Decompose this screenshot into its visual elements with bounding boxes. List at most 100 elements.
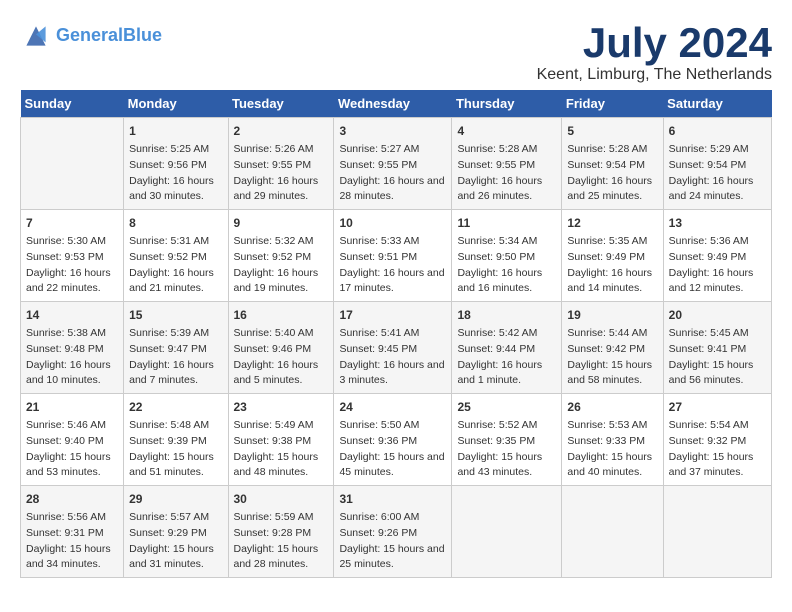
page-header: GeneralBlue July 2024 Keent, Limburg, Th… [20, 20, 772, 84]
day-number: 6 [669, 122, 766, 140]
day-number: 7 [26, 214, 118, 232]
day-number: 22 [129, 398, 222, 416]
calendar-cell: 23Sunrise: 5:49 AMSunset: 9:38 PMDayligh… [228, 394, 334, 486]
calendar-cell: 24 Sunrise: 5:50 AMSunset: 9:36 PMDayligh… [334, 394, 452, 486]
day-number: 2 [234, 122, 329, 140]
day-info: Sunrise: 5:26 AMSunset: 9:55 PMDaylight:… [234, 142, 329, 205]
day-info: Sunrise: 5:49 AMSunset: 9:38 PMDaylight:… [234, 418, 329, 481]
day-info: Sunrise: 5:30 AMSunset: 9:53 PMDaylight:… [26, 234, 118, 297]
day-number: 24 [339, 398, 446, 416]
calendar-cell: 5 Sunrise: 5:28 AMSunset: 9:54 PMDaylight… [562, 118, 663, 210]
title-block: July 2024 Keent, Limburg, The Netherland… [537, 20, 772, 84]
day-info: Sunrise: 5:45 AMSunset: 9:41 PMDaylight:… [669, 326, 766, 389]
week-row-5: 28 Sunrise: 5:56 AMSunset: 9:31 PMDayligh… [21, 486, 772, 578]
weekday-header-friday: Friday [562, 90, 663, 118]
calendar-cell: 22 Sunrise: 5:48 AMSunset: 9:39 PMDayligh… [124, 394, 228, 486]
day-number: 31 [339, 490, 446, 508]
day-number: 4 [457, 122, 556, 140]
day-number: 30 [234, 490, 329, 508]
logo: GeneralBlue [20, 20, 162, 52]
weekday-header-tuesday: Tuesday [228, 90, 334, 118]
day-info: Sunrise: 5:40 AMSunset: 9:46 PMDaylight:… [234, 326, 329, 389]
day-number: 14 [26, 306, 118, 324]
calendar-cell: 15 Sunrise: 5:39 AMSunset: 9:47 PMDayligh… [124, 302, 228, 394]
day-info: Sunrise: 5:25 AMSunset: 9:56 PMDaylight:… [129, 142, 222, 205]
day-number: 15 [129, 306, 222, 324]
day-number: 12 [567, 214, 657, 232]
day-number: 27 [669, 398, 766, 416]
day-info: Sunrise: 5:52 AMSunset: 9:35 PMDaylight:… [457, 418, 556, 481]
weekday-header-row: SundayMondayTuesdayWednesdayThursdayFrid… [21, 90, 772, 118]
calendar-cell: 18Sunrise: 5:42 AMSunset: 9:44 PMDayligh… [452, 302, 562, 394]
logo-icon [20, 20, 52, 52]
day-number: 21 [26, 398, 118, 416]
day-info: Sunrise: 5:32 AMSunset: 9:52 PMDaylight:… [234, 234, 329, 297]
day-number: 11 [457, 214, 556, 232]
day-number: 1 [129, 122, 222, 140]
day-number: 26 [567, 398, 657, 416]
calendar-cell: 6 Sunrise: 5:29 AMSunset: 9:54 PMDaylight… [663, 118, 771, 210]
day-number: 10 [339, 214, 446, 232]
day-info: Sunrise: 5:27 AMSunset: 9:55 PMDaylight:… [339, 142, 446, 205]
day-number: 17 [339, 306, 446, 324]
week-row-4: 21 Sunrise: 5:46 AMSunset: 9:40 PMDayligh… [21, 394, 772, 486]
calendar-cell: 13 Sunrise: 5:36 AMSunset: 9:49 PMDayligh… [663, 210, 771, 302]
calendar-cell: 27Sunrise: 5:54 AMSunset: 9:32 PMDayligh… [663, 394, 771, 486]
day-info: Sunrise: 5:28 AMSunset: 9:55 PMDaylight:… [457, 142, 556, 205]
weekday-header-thursday: Thursday [452, 90, 562, 118]
calendar-cell: 26 Sunrise: 5:53 AMSunset: 9:33 PMDayligh… [562, 394, 663, 486]
day-number: 19 [567, 306, 657, 324]
calendar-cell: 4 Sunrise: 5:28 AMSunset: 9:55 PMDaylight… [452, 118, 562, 210]
calendar-cell: 7 Sunrise: 5:30 AMSunset: 9:53 PMDaylight… [21, 210, 124, 302]
calendar-cell: 29 Sunrise: 5:57 AMSunset: 9:29 PMDayligh… [124, 486, 228, 578]
day-info: Sunrise: 5:56 AMSunset: 9:31 PMDaylight:… [26, 510, 118, 573]
calendar-cell: 25 Sunrise: 5:52 AMSunset: 9:35 PMDayligh… [452, 394, 562, 486]
day-info: Sunrise: 5:44 AMSunset: 9:42 PMDaylight:… [567, 326, 657, 389]
day-number: 28 [26, 490, 118, 508]
day-info: Sunrise: 5:57 AMSunset: 9:29 PMDaylight:… [129, 510, 222, 573]
day-info: Sunrise: 5:50 AMSunset: 9:36 PMDaylight:… [339, 418, 446, 481]
weekday-header-wednesday: Wednesday [334, 90, 452, 118]
calendar-cell: 2 Sunrise: 5:26 AMSunset: 9:55 PMDaylight… [228, 118, 334, 210]
calendar-cell [452, 486, 562, 578]
day-info: Sunrise: 5:34 AMSunset: 9:50 PMDaylight:… [457, 234, 556, 297]
day-info: Sunrise: 5:46 AMSunset: 9:40 PMDaylight:… [26, 418, 118, 481]
logo-line2: Blue [123, 25, 162, 45]
logo-text: GeneralBlue [56, 26, 162, 46]
week-row-1: 1 Sunrise: 5:25 AMSunset: 9:56 PMDaylight… [21, 118, 772, 210]
day-number: 8 [129, 214, 222, 232]
day-info: Sunrise: 5:39 AMSunset: 9:47 PMDaylight:… [129, 326, 222, 389]
calendar-cell: 19 Sunrise: 5:44 AMSunset: 9:42 PMDayligh… [562, 302, 663, 394]
day-info: Sunrise: 5:59 AMSunset: 9:28 PMDaylight:… [234, 510, 329, 573]
day-info: Sunrise: 5:36 AMSunset: 9:49 PMDaylight:… [669, 234, 766, 297]
weekday-header-saturday: Saturday [663, 90, 771, 118]
day-number: 25 [457, 398, 556, 416]
location: Keent, Limburg, The Netherlands [537, 66, 772, 84]
calendar-cell [663, 486, 771, 578]
weekday-header-sunday: Sunday [21, 90, 124, 118]
day-info: Sunrise: 5:42 AMSunset: 9:44 PMDaylight:… [457, 326, 556, 389]
day-info: Sunrise: 5:35 AMSunset: 9:49 PMDaylight:… [567, 234, 657, 297]
month-title: July 2024 [537, 20, 772, 66]
day-info: Sunrise: 5:31 AMSunset: 9:52 PMDaylight:… [129, 234, 222, 297]
day-number: 13 [669, 214, 766, 232]
calendar-cell: 1 Sunrise: 5:25 AMSunset: 9:56 PMDaylight… [124, 118, 228, 210]
calendar-cell: 16Sunrise: 5:40 AMSunset: 9:46 PMDayligh… [228, 302, 334, 394]
calendar-cell: 20 Sunrise: 5:45 AMSunset: 9:41 PMDayligh… [663, 302, 771, 394]
day-info: Sunrise: 5:38 AMSunset: 9:48 PMDaylight:… [26, 326, 118, 389]
calendar-cell: 8 Sunrise: 5:31 AMSunset: 9:52 PMDaylight… [124, 210, 228, 302]
day-number: 29 [129, 490, 222, 508]
day-number: 5 [567, 122, 657, 140]
calendar-table: SundayMondayTuesdayWednesdayThursdayFrid… [20, 90, 772, 578]
calendar-cell: 21 Sunrise: 5:46 AMSunset: 9:40 PMDayligh… [21, 394, 124, 486]
day-info: Sunrise: 5:53 AMSunset: 9:33 PMDaylight:… [567, 418, 657, 481]
week-row-2: 7 Sunrise: 5:30 AMSunset: 9:53 PMDaylight… [21, 210, 772, 302]
calendar-cell: 10Sunrise: 5:33 AMSunset: 9:51 PMDayligh… [334, 210, 452, 302]
day-number: 20 [669, 306, 766, 324]
day-number: 3 [339, 122, 446, 140]
day-info: Sunrise: 5:28 AMSunset: 9:54 PMDaylight:… [567, 142, 657, 205]
calendar-cell: 14 Sunrise: 5:38 AMSunset: 9:48 PMDayligh… [21, 302, 124, 394]
day-info: Sunrise: 5:48 AMSunset: 9:39 PMDaylight:… [129, 418, 222, 481]
calendar-cell: 3 Sunrise: 5:27 AMSunset: 9:55 PMDaylight… [334, 118, 452, 210]
day-info: Sunrise: 5:29 AMSunset: 9:54 PMDaylight:… [669, 142, 766, 205]
